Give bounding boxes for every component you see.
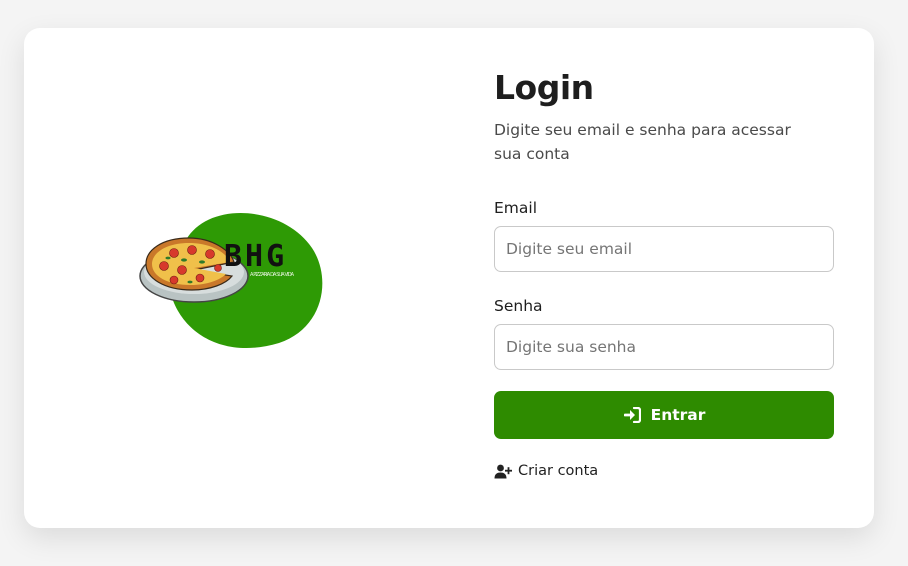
pizza-logo-icon: BHG A PIZZARIA DA SUA VIDA <box>139 213 323 349</box>
password-label: Senha <box>494 297 543 315</box>
password-field[interactable] <box>494 324 834 370</box>
create-account-label: Criar conta <box>518 463 599 479</box>
email-field[interactable] <box>494 226 834 272</box>
create-account-link[interactable]: Criar conta <box>494 463 614 479</box>
brand-logo: BHG A PIZZARIA DA SUA VIDA <box>134 198 334 358</box>
submit-button-label: Entrar <box>650 406 706 424</box>
brand-name: BHG <box>224 239 287 274</box>
login-card: BHG A PIZZARIA DA SUA VIDA Login Digite … <box>24 28 874 528</box>
page-subtitle: Digite seu email e senha para acessar su… <box>494 121 791 163</box>
user-plus-icon <box>494 464 512 478</box>
brand-tagline: A PIZZARIA DA SUA VIDA <box>250 272 295 278</box>
email-label: Email <box>494 199 538 217</box>
login-form: Login Digite seu email e senha para aces… <box>494 68 834 479</box>
submit-button[interactable]: Entrar <box>494 391 834 439</box>
page-title: Login <box>494 68 594 107</box>
sign-in-icon <box>623 407 641 423</box>
